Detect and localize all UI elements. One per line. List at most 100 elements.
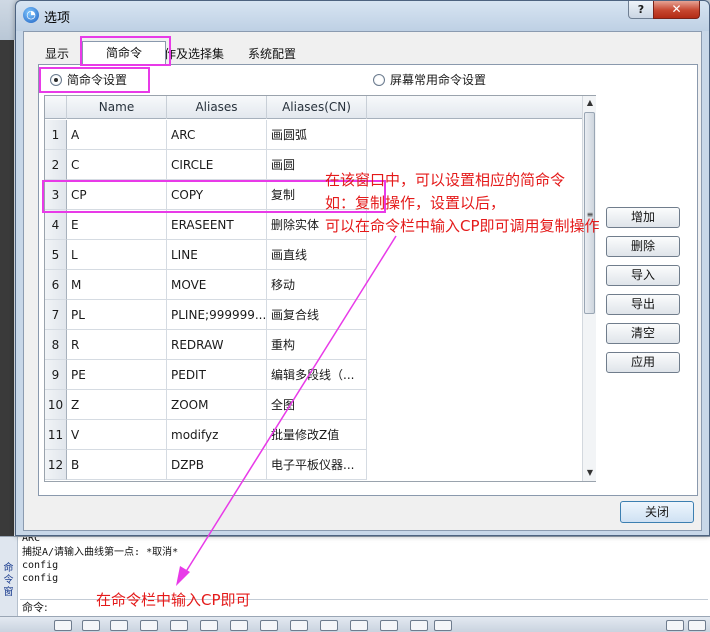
cell-alias-cn[interactable]: 画直线 xyxy=(267,240,367,270)
toolbar-button[interactable] xyxy=(434,620,452,631)
cell-alias-cn[interactable]: 重构 xyxy=(267,330,367,360)
toolbar-button[interactable] xyxy=(110,620,128,631)
cell-name[interactable]: M xyxy=(67,270,167,300)
command-history-line: config xyxy=(22,573,59,584)
dialog-titlebar[interactable]: ◔ 选项 ? ✕ xyxy=(16,1,709,31)
cell-alias[interactable]: PEDIT xyxy=(167,360,267,390)
cell-alias-cn[interactable]: 画圆弧 xyxy=(267,120,367,150)
radio-short-command[interactable] xyxy=(50,74,62,86)
scroll-up-icon[interactable]: ▲ xyxy=(585,98,595,108)
apply-button[interactable]: 应用 xyxy=(606,352,680,373)
cell-alias-cn[interactable]: 画复合线 xyxy=(267,300,367,330)
scroll-down-icon[interactable]: ▼ xyxy=(585,468,595,478)
toolbar-button[interactable] xyxy=(320,620,338,631)
toolbar-button[interactable] xyxy=(290,620,308,631)
help-button[interactable]: ? xyxy=(628,1,654,19)
delete-button[interactable]: 删除 xyxy=(606,236,680,257)
table-row[interactable]: 8 R REDRAW 重构 xyxy=(45,330,583,360)
row-number[interactable]: 8 xyxy=(45,330,67,360)
cell-name[interactable]: PL xyxy=(67,300,167,330)
import-button[interactable]: 导入 xyxy=(606,265,680,286)
toolbar-button[interactable] xyxy=(380,620,398,631)
tab-short-command[interactable]: 简命令 xyxy=(82,41,166,65)
cell-alias-cn[interactable]: 批量修改Z值 xyxy=(267,420,367,450)
cell-alias[interactable]: MOVE xyxy=(167,270,267,300)
row-number[interactable]: 6 xyxy=(45,270,67,300)
toolbar-button[interactable] xyxy=(260,620,278,631)
row-number[interactable]: 4 xyxy=(45,210,67,240)
table-row[interactable]: 6 M MOVE 移动 xyxy=(45,270,583,300)
row-number[interactable]: 7 xyxy=(45,300,67,330)
toolbar-button[interactable] xyxy=(410,620,428,631)
cell-alias-cn[interactable]: 编辑多段线（... xyxy=(267,360,367,390)
cell-alias[interactable]: COPY xyxy=(167,180,267,210)
radio-screen-command[interactable] xyxy=(373,74,385,86)
tab-system-config[interactable]: 系统配置 xyxy=(246,44,298,64)
cell-name[interactable]: PE xyxy=(67,360,167,390)
app-side-strip xyxy=(0,40,14,540)
row-number[interactable]: 1 xyxy=(45,120,67,150)
cell-alias-cn[interactable]: 全图 xyxy=(267,390,367,420)
table-row[interactable]: 9 PE PEDIT 编辑多段线（... xyxy=(45,360,583,390)
radio-screen-command-label[interactable]: 屏幕常用命令设置 xyxy=(390,73,486,87)
tab-display[interactable]: 显示 xyxy=(42,44,72,64)
table-row[interactable]: 1 A ARC 画圆弧 xyxy=(45,120,583,150)
cell-name[interactable]: Z xyxy=(67,390,167,420)
options-dialog: ◔ 选项 ? ✕ 显示 简命令 操作及选择集 系统配置 简命令设置 屏幕常用命令… xyxy=(15,0,710,536)
row-number[interactable]: 9 xyxy=(45,360,67,390)
row-number[interactable]: 3 xyxy=(45,180,67,210)
table-scrollbar[interactable]: ▲ ≡ ▼ xyxy=(582,96,596,481)
close-window-button[interactable]: ✕ xyxy=(653,1,700,19)
cell-name[interactable]: E xyxy=(67,210,167,240)
toolbar-button[interactable] xyxy=(230,620,248,631)
table-row[interactable]: 10 Z ZOOM 全图 xyxy=(45,390,583,420)
toolbar-button[interactable] xyxy=(82,620,100,631)
cell-name[interactable]: CP xyxy=(67,180,167,210)
row-number[interactable]: 5 xyxy=(45,240,67,270)
table-row[interactable]: 11 Vmodifyz 批量修改Z值 xyxy=(45,420,583,450)
cell-name[interactable]: C xyxy=(67,150,167,180)
row-number[interactable]: 2 xyxy=(45,150,67,180)
toolbar-button[interactable] xyxy=(350,620,368,631)
table-row[interactable]: 12 B DZPB 电子平板仪器... xyxy=(45,450,583,480)
radio-short-command-label[interactable]: 简命令设置 xyxy=(67,73,127,87)
cell-alias[interactable]: PLINE;999999... xyxy=(167,300,267,330)
cell-alias[interactable]: REDRAW xyxy=(167,330,267,360)
column-header-aliases[interactable]: Aliases xyxy=(167,96,267,119)
row-number-header xyxy=(45,96,67,119)
toolbar-button[interactable] xyxy=(200,620,218,631)
cell-name[interactable]: V xyxy=(67,420,167,450)
cell-alias[interactable]: CIRCLE xyxy=(167,150,267,180)
row-number[interactable]: 11 xyxy=(45,420,67,450)
table-row[interactable]: 7 PL PLINE;999999... 画复合线 xyxy=(45,300,583,330)
toolbar-button[interactable] xyxy=(688,620,706,631)
cell-alias[interactable]: ERASEENT xyxy=(167,210,267,240)
cell-name[interactable]: R xyxy=(67,330,167,360)
cell-alias[interactable]: ARC xyxy=(167,120,267,150)
cell-alias-cn[interactable]: 电子平板仪器... xyxy=(267,450,367,480)
clear-button[interactable]: 清空 xyxy=(606,323,680,344)
command-window-label: 命 令 窗 xyxy=(0,537,18,617)
table-row[interactable]: 5 L LINE 画直线 xyxy=(45,240,583,270)
cell-name[interactable]: L xyxy=(67,240,167,270)
cell-name[interactable]: A xyxy=(67,120,167,150)
row-number[interactable]: 10 xyxy=(45,390,67,420)
cell-alias[interactable]: LINE xyxy=(167,240,267,270)
toolbar-button[interactable] xyxy=(666,620,684,631)
cell-alias[interactable]: DZPB xyxy=(167,450,267,480)
dialog-client-area: 显示 简命令 操作及选择集 系统配置 简命令设置 屏幕常用命令设置 Name A… xyxy=(23,31,702,531)
command-history-line: 捕捉A/请输入曲线第一点: *取消* xyxy=(22,547,179,558)
cell-alias-cn[interactable]: 移动 xyxy=(267,270,367,300)
row-number[interactable]: 12 xyxy=(45,450,67,480)
toolbar-button[interactable] xyxy=(54,620,72,631)
toolbar-button[interactable] xyxy=(170,620,188,631)
export-button[interactable]: 导出 xyxy=(606,294,680,315)
cell-name[interactable]: B xyxy=(67,450,167,480)
column-header-name[interactable]: Name xyxy=(67,96,167,119)
command-history-line: config xyxy=(22,560,59,571)
toolbar-button[interactable] xyxy=(140,620,158,631)
cell-alias[interactable]: modifyz xyxy=(167,420,267,450)
close-button[interactable]: 关闭 xyxy=(620,501,694,523)
column-header-aliases-cn[interactable]: Aliases(CN) xyxy=(267,96,367,119)
cell-alias[interactable]: ZOOM xyxy=(167,390,267,420)
